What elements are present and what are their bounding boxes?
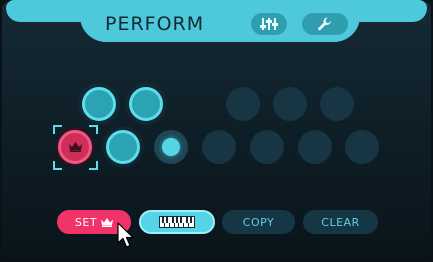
pad-r1-c2[interactable] xyxy=(129,87,163,121)
pad-r1-c5[interactable] xyxy=(273,87,307,121)
copy-button[interactable]: COPY xyxy=(222,210,295,234)
perform-panel: PERFORM SET COPY CLEAR xyxy=(0,0,433,262)
keyboard-icon xyxy=(159,216,195,228)
pad-r2-c7[interactable] xyxy=(345,130,379,164)
crown-icon xyxy=(68,142,82,152)
mixer-button[interactable] xyxy=(251,13,287,35)
pad-r1-c6[interactable] xyxy=(320,87,354,121)
pad-r2-c3-current[interactable] xyxy=(154,130,188,164)
wrench-icon xyxy=(318,17,331,31)
pad-r2-c6[interactable] xyxy=(298,130,332,164)
pad-r2-c4[interactable] xyxy=(202,130,236,164)
crown-icon xyxy=(101,217,114,227)
wrench-button[interactable] xyxy=(302,13,348,35)
clear-button[interactable]: CLEAR xyxy=(303,210,378,234)
selection-corner xyxy=(53,161,62,170)
pad-r1-c4[interactable] xyxy=(226,87,260,121)
pad-r1-c1[interactable] xyxy=(82,87,116,121)
keyboard-button[interactable] xyxy=(139,210,215,234)
pad-base-root[interactable] xyxy=(58,130,92,164)
pad-r2-c5[interactable] xyxy=(250,130,284,164)
page-title: PERFORM xyxy=(105,13,205,35)
set-label: SET xyxy=(74,215,98,229)
pad-r2-c2[interactable] xyxy=(106,130,140,164)
selection-corner xyxy=(53,125,62,134)
mouse-cursor-icon xyxy=(117,222,134,248)
selection-corner xyxy=(89,161,98,170)
selection-corner xyxy=(89,125,98,134)
mixer-sliders-icon xyxy=(260,18,278,30)
